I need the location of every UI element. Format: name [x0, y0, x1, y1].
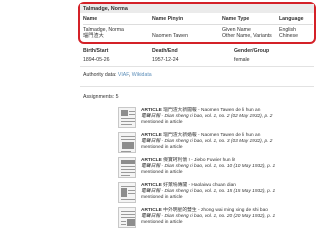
table-row: Talmadge, Norma 瑙門渣大 Naomen Tawen Given … — [83, 27, 313, 39]
article-note: mentioned in article — [141, 169, 183, 175]
gender-header: Gender/Group — [234, 48, 270, 54]
article-text: ARTICLE 中外明星的雙生 - zhong wai ming xing de… — [141, 208, 316, 225]
article-thumbnail[interactable] — [118, 182, 136, 203]
type-column-header: Name Type — [222, 16, 250, 22]
life-dates-row: 1894-05-26 1957-12-24 female — [83, 57, 313, 63]
article-kind: ARTICLE — [141, 158, 162, 163]
birth-value: 1894-05-26 — [83, 57, 110, 64]
person-heading: Talmadge, Norma — [80, 4, 314, 13]
article-text: ARTICLE 瑙門渣大新婚報 - Naomen Tawen de li hun… — [141, 133, 316, 150]
article-title[interactable]: 瑙門渣大新婚報 - Naomen Tawen de li hun an — [163, 133, 260, 138]
type-value-variant: Other Name, Variants — [222, 33, 272, 40]
death-header: Death/End — [152, 48, 178, 54]
article-title[interactable]: 中外明星的雙生 - zhong wai ming xing de shi bao — [163, 208, 268, 213]
article-kind: ARTICLE — [141, 133, 162, 138]
article-kind: ARTICLE — [141, 208, 162, 213]
type-cell: Given Name Other Name, Variants — [222, 27, 279, 39]
death-value: 1957-12-24 — [152, 57, 179, 64]
article-kind: ARTICLE — [141, 183, 162, 188]
language-value-chinese: Chinese — [279, 33, 299, 40]
pinyin-column-header: Name Pinyin — [152, 16, 184, 22]
list-item[interactable]: ARTICLE 中外明星的雙生 - zhong wai ming xing de… — [118, 207, 318, 232]
article-title[interactable]: 瑙門渣大新聞報 - Naomen Tawen de li hun an — [163, 108, 260, 113]
name-table: Name Name Pinyin Name Type Language Talm… — [83, 16, 313, 39]
name-value-chinese: 瑙門渣大 — [83, 33, 104, 40]
article-thumbnail[interactable] — [118, 207, 136, 228]
language-cell: English Chinese — [279, 27, 313, 39]
language-column-header: Language — [279, 16, 304, 22]
article-note: mentioned in article — [141, 194, 183, 200]
section-divider — [80, 86, 314, 87]
article-text: ARTICLE 瑙門渣大新聞報 - Naomen Tawen de li hun… — [141, 108, 316, 125]
list-item[interactable]: ARTICLE 瑙門渣大新聞報 - Naomen Tawen de li hun… — [118, 107, 318, 132]
gender-value: female — [234, 57, 250, 64]
article-thumbnail[interactable] — [118, 132, 136, 153]
name-table-header: Name Name Pinyin Name Type Language — [83, 16, 313, 26]
section-divider — [80, 66, 314, 67]
viaf-link[interactable]: VIAF — [118, 72, 129, 78]
article-text: ARTICLE 好萊塢傳聞 - Haolaiwu chuan dian 電聲日報… — [141, 183, 316, 200]
article-kind: ARTICLE — [141, 108, 162, 113]
name-column-header: Name — [83, 16, 98, 22]
article-note: mentioned in article — [141, 144, 183, 150]
authority-data: Authority data: VIAF, Wikidata — [83, 72, 152, 78]
article-note: mentioned in article — [141, 219, 183, 225]
wikidata-link[interactable]: Wikidata — [132, 72, 152, 78]
pinyin-value: Naomen Tawen — [152, 33, 188, 40]
article-text: ARTICLE 傑寶珂利懷 ! - Jiebo Fuwier hun li! 電… — [141, 158, 316, 175]
life-dates-header: Birth/Start Death/End Gender/Group — [83, 48, 313, 54]
name-cell: Talmadge, Norma 瑙門渣大 — [83, 27, 152, 39]
article-thumbnail[interactable] — [118, 107, 136, 128]
article-note: mentioned in article — [141, 119, 183, 125]
article-title[interactable]: 傑寶珂利懷 ! - Jiebo Fuwier hun li! — [163, 158, 235, 163]
article-thumbnail[interactable] — [118, 157, 136, 178]
assignments-count: Assignments: 5 — [83, 94, 119, 100]
article-title[interactable]: 好萊塢傳聞 - Haolaiwu chuan dian — [163, 183, 236, 188]
list-item[interactable]: ARTICLE 傑寶珂利懷 ! - Jiebo Fuwier hun li! 電… — [118, 157, 318, 182]
authority-label: Authority data: — [83, 72, 117, 78]
list-item[interactable]: ARTICLE 好萊塢傳聞 - Haolaiwu chuan dian 電聲日報… — [118, 182, 318, 207]
birth-header: Birth/Start — [83, 48, 109, 54]
list-item[interactable]: ARTICLE 瑙門渣大新婚報 - Naomen Tawen de li hun… — [118, 132, 318, 157]
article-list: ARTICLE 瑙門渣大新聞報 - Naomen Tawen de li hun… — [118, 107, 318, 232]
life-dates-table: Birth/Start Death/End Gender/Group 1894-… — [83, 48, 313, 63]
pinyin-cell: Naomen Tawen — [152, 27, 222, 39]
person-record-page: Talmadge, Norma Name Name Pinyin Name Ty… — [0, 0, 320, 240]
